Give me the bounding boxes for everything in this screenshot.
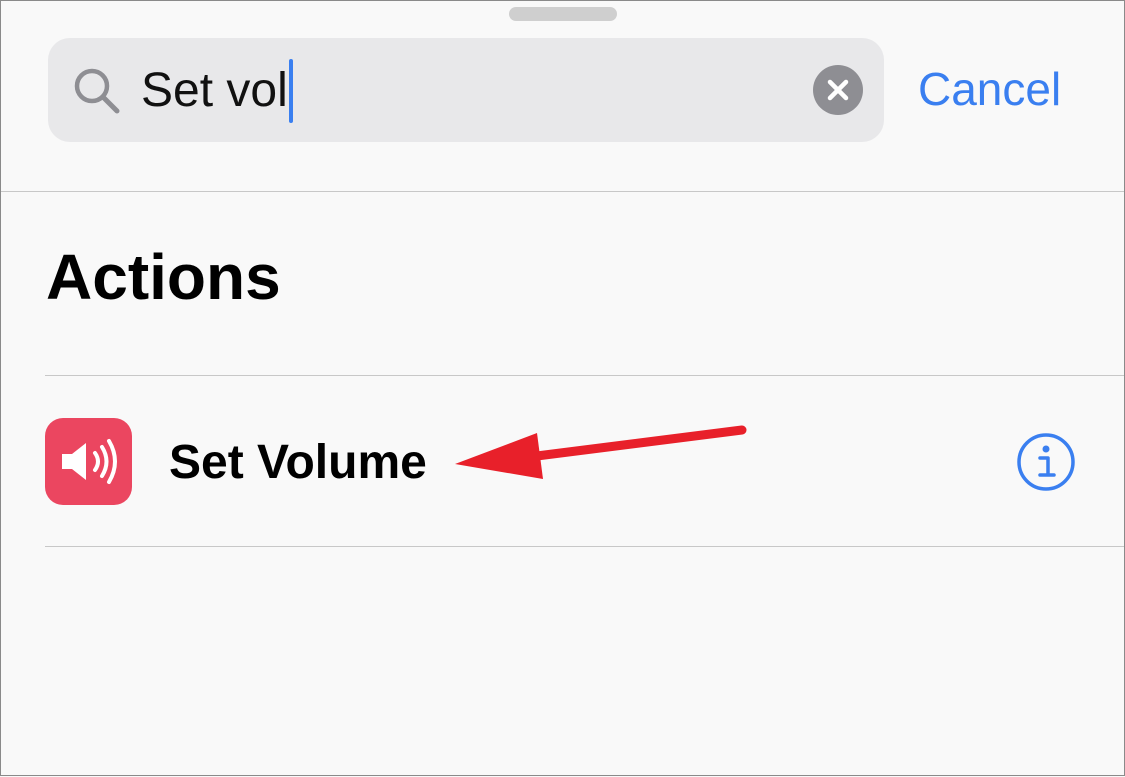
cancel-button[interactable]: Cancel: [918, 61, 1061, 117]
clear-search-button[interactable]: [813, 65, 863, 115]
search-input[interactable]: Set vol: [141, 59, 293, 123]
header-divider: [1, 191, 1124, 192]
section-title: Actions: [46, 241, 281, 313]
action-row-set-volume[interactable]: Set Volume: [1, 376, 1125, 546]
speaker-volume-icon: [45, 418, 132, 505]
search-query-text: Set vol: [141, 64, 288, 117]
info-icon[interactable]: [1015, 431, 1077, 493]
action-label: Set Volume: [169, 436, 427, 489]
clear-icon: [827, 79, 849, 101]
sheet-grabber[interactable]: [509, 7, 617, 21]
search-icon: [71, 65, 123, 117]
row-divider-bottom: [45, 546, 1124, 547]
text-caret: [288, 59, 293, 123]
